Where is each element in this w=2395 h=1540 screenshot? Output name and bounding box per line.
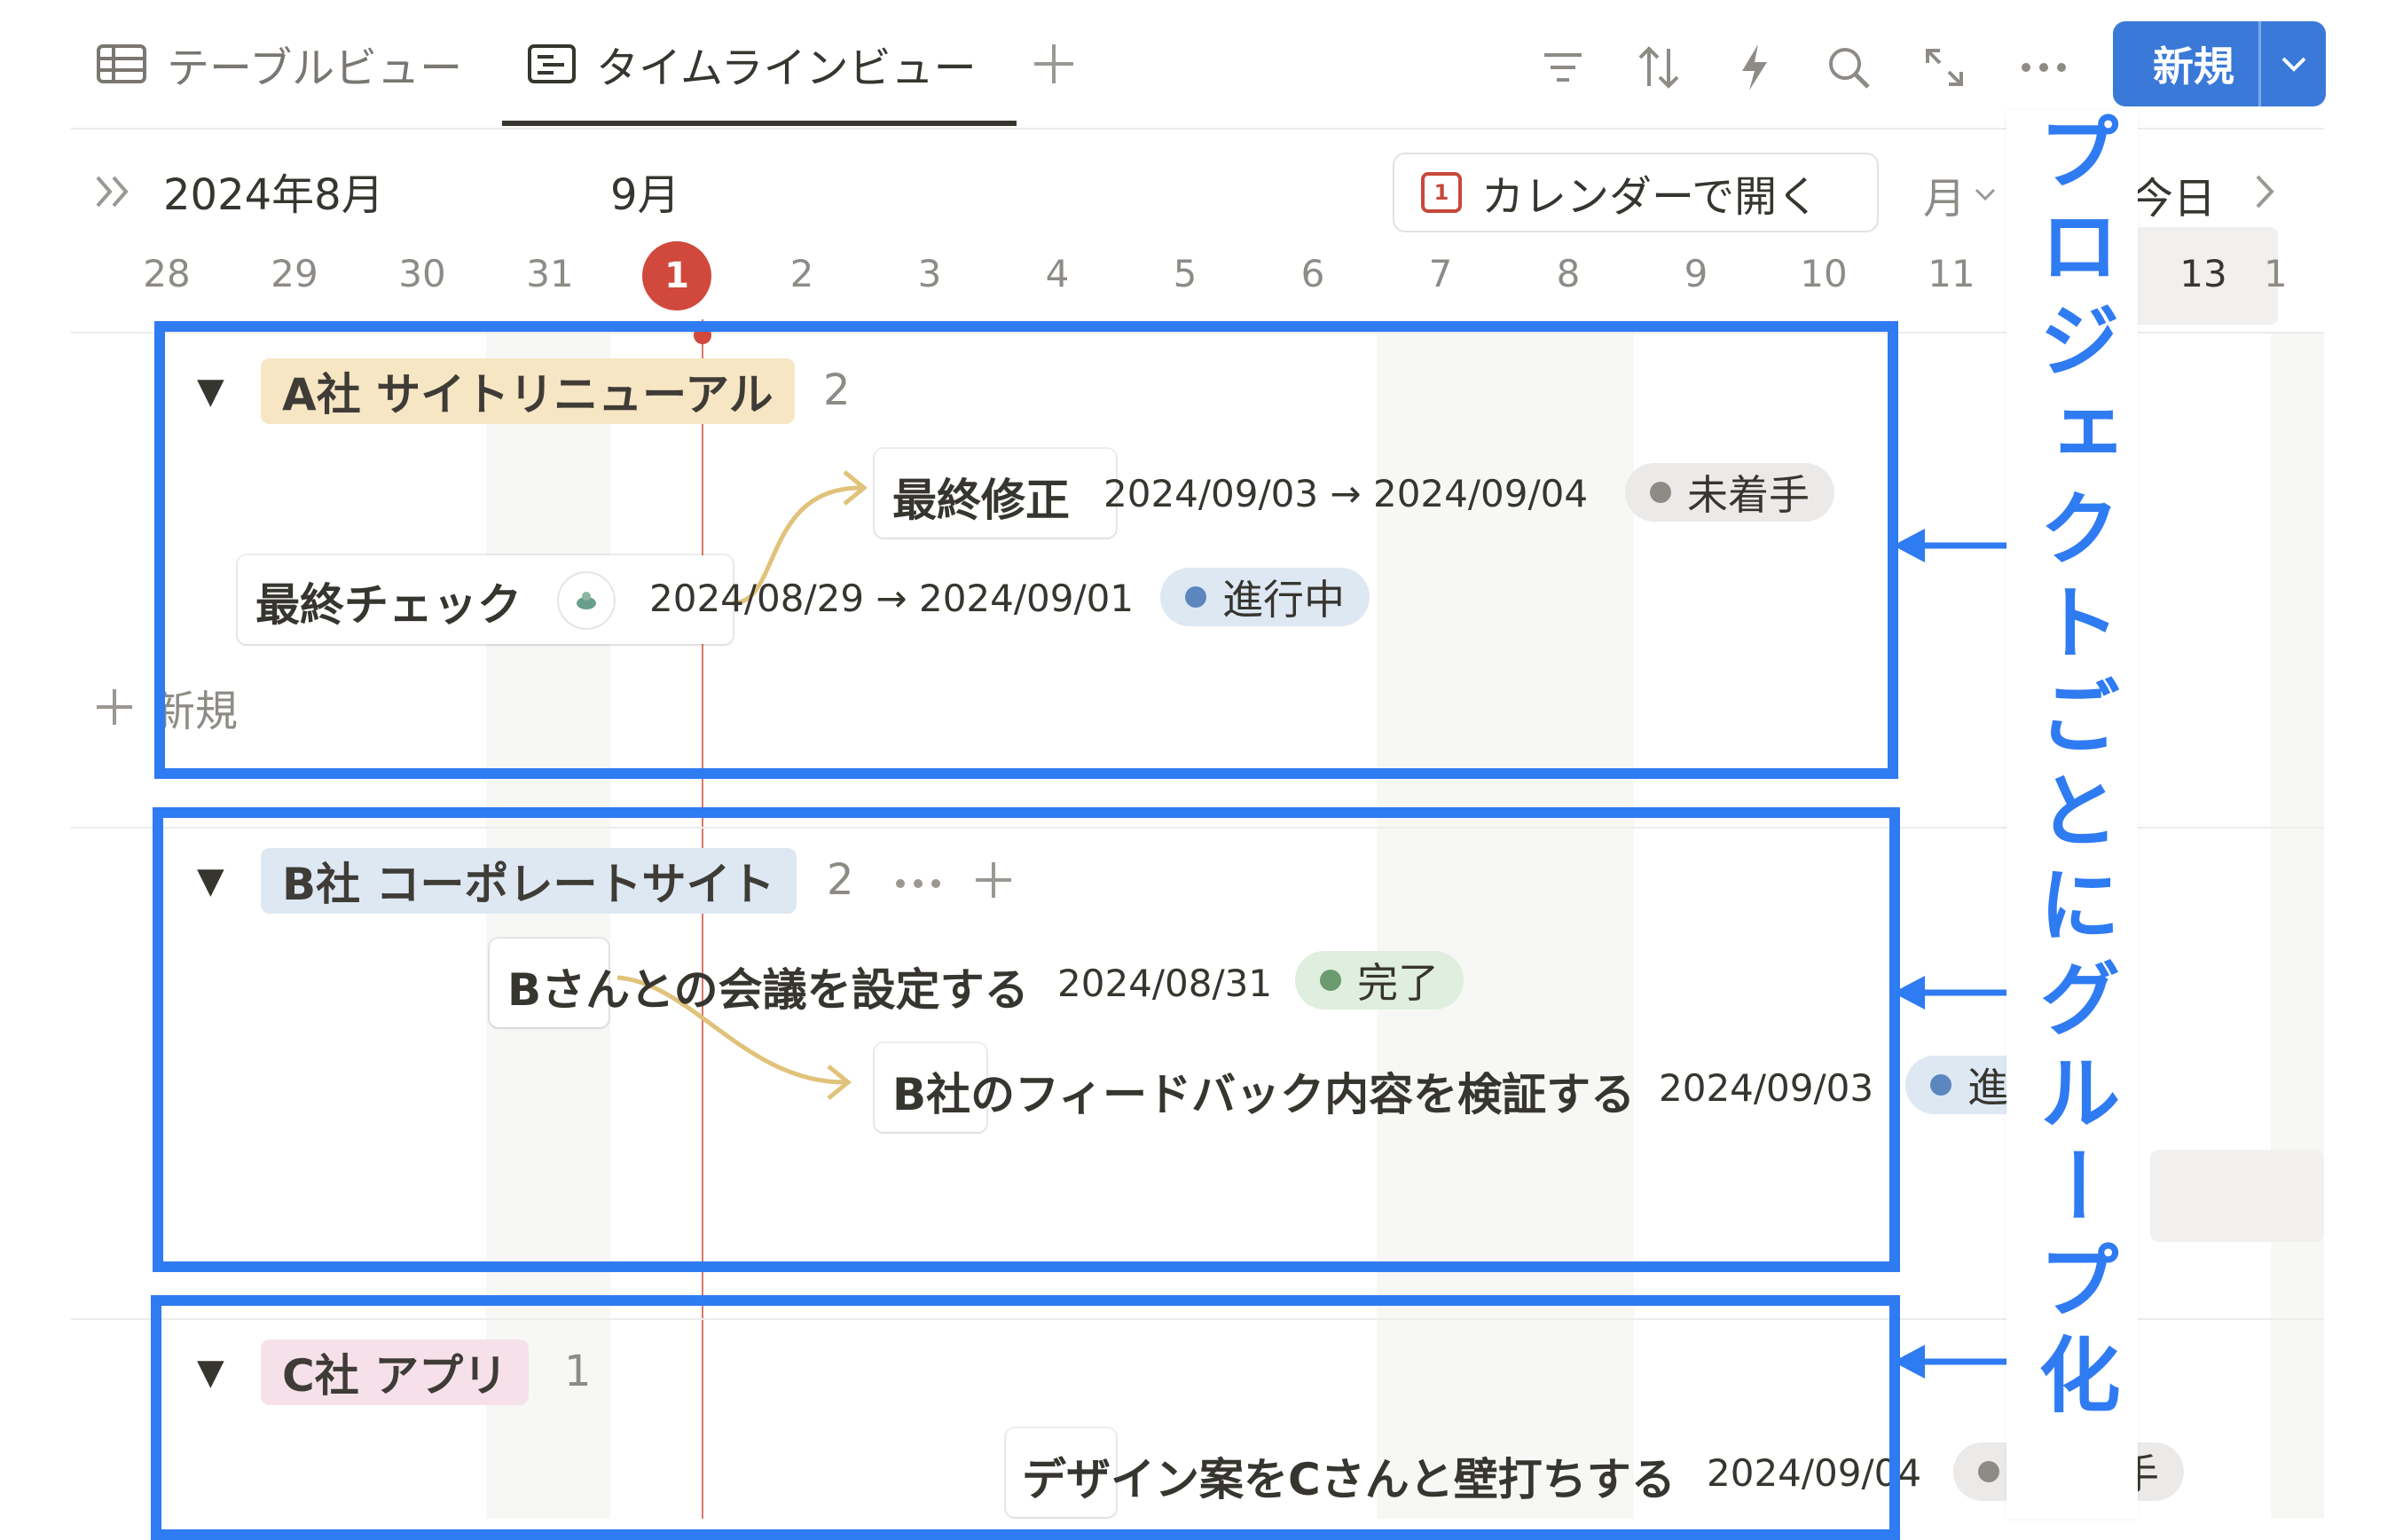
tab-table-view[interactable]: テーブルビュー bbox=[96, 32, 462, 96]
date-cell: 11 bbox=[1928, 252, 1975, 295]
date-cell: 13 bbox=[2179, 252, 2227, 295]
expand-icon[interactable] bbox=[1916, 39, 1973, 96]
month-label-secondary: 9月 bbox=[610, 170, 680, 220]
annotation-frame-group-a bbox=[154, 321, 1898, 779]
tab-table-view-label: テーブルビュー bbox=[167, 43, 463, 93]
tab-timeline-view-label: タイムラインビュー bbox=[596, 43, 977, 93]
date-cell: 28 bbox=[143, 252, 191, 295]
date-cell: 31 bbox=[526, 252, 574, 295]
scale-label: 月 bbox=[1923, 174, 1967, 224]
open-calendar-label: カレンダーで開く bbox=[1481, 172, 1820, 222]
timeline-icon bbox=[527, 43, 577, 84]
filter-icon[interactable] bbox=[1535, 39, 1591, 96]
date-cell: 2 bbox=[789, 252, 814, 295]
chevron-down-icon[interactable] bbox=[2262, 21, 2326, 106]
active-tab-indicator bbox=[502, 121, 1017, 126]
date-cell: 4 bbox=[1045, 252, 1070, 295]
date-cell: 6 bbox=[1300, 252, 1325, 295]
chevron-right-icon[interactable] bbox=[2253, 172, 2276, 211]
plus-icon bbox=[97, 689, 132, 725]
open-calendar-button[interactable]: 1 カレンダーで開く bbox=[1393, 153, 1879, 232]
chevron-down-icon bbox=[1975, 188, 1996, 200]
sort-icon[interactable] bbox=[1630, 39, 1687, 96]
date-cell: 1 bbox=[2264, 252, 2288, 295]
table-icon bbox=[96, 43, 147, 84]
annotation-frame-group-c bbox=[151, 1295, 1900, 1540]
new-button-label: 新規 bbox=[2153, 43, 2234, 90]
annotation-arrow bbox=[1893, 529, 2008, 562]
date-cell: 29 bbox=[271, 252, 318, 295]
date-cell: 5 bbox=[1173, 252, 1198, 295]
status-dot bbox=[1978, 1461, 1999, 1482]
new-button-divider bbox=[2258, 21, 2261, 106]
status-dot bbox=[1930, 1074, 1951, 1096]
annotation-arrow bbox=[1893, 1345, 2008, 1379]
calendar-icon: 1 bbox=[1421, 172, 1462, 213]
date-cell: 9 bbox=[1684, 252, 1708, 295]
more-icon[interactable] bbox=[2015, 39, 2072, 96]
scale-select[interactable]: 月 bbox=[1923, 163, 1996, 225]
add-view-icon[interactable] bbox=[1029, 39, 1079, 89]
expand-sidebar-icon[interactable] bbox=[92, 172, 135, 211]
today-date-marker: 1 bbox=[642, 241, 711, 310]
search-icon[interactable] bbox=[1820, 39, 1877, 96]
new-button[interactable]: 新規 bbox=[2113, 21, 2326, 106]
weekend-shading bbox=[2271, 334, 2324, 1519]
tabs-divider bbox=[71, 128, 2324, 130]
status-label: 進 bbox=[1967, 1064, 2008, 1112]
month-label-primary: 2024年8月 bbox=[163, 170, 384, 220]
annotation-arrow bbox=[1893, 976, 2008, 1010]
date-cell: 3 bbox=[917, 252, 942, 295]
automation-icon[interactable] bbox=[1726, 39, 1783, 96]
annotation-frame-group-b bbox=[153, 807, 1900, 1272]
today-button[interactable]: 今日 bbox=[2131, 163, 2216, 225]
date-cell: 7 bbox=[1428, 252, 1453, 295]
task-bar-placeholder bbox=[2150, 1150, 2324, 1242]
tab-timeline-view[interactable]: タイムラインビュー bbox=[527, 32, 977, 96]
annotation-label: プロジェクトごとにグループ化 bbox=[2025, 110, 2120, 1426]
date-cell: 30 bbox=[398, 252, 446, 295]
date-cell: 8 bbox=[1556, 252, 1581, 295]
date-cell: 10 bbox=[1800, 252, 1848, 295]
